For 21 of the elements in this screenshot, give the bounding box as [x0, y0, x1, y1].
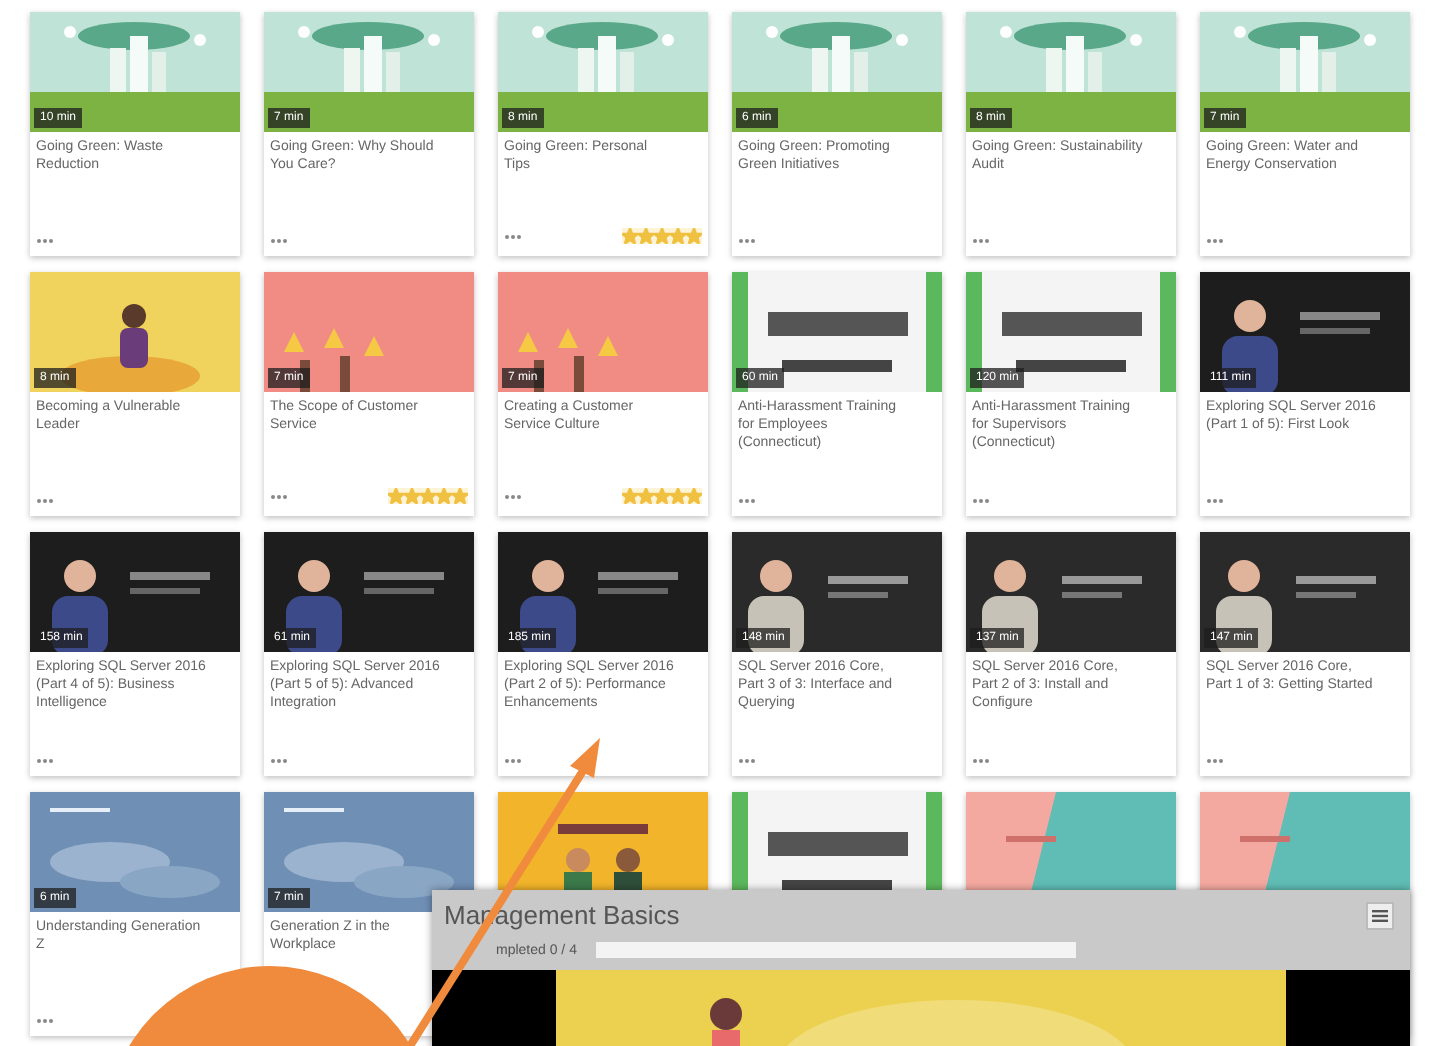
- more-icon[interactable]: [504, 758, 522, 764]
- more-icon[interactable]: [1206, 758, 1224, 764]
- more-icon[interactable]: [270, 758, 288, 764]
- more-icon[interactable]: [36, 238, 54, 244]
- more-icon[interactable]: [36, 1018, 54, 1024]
- more-icon[interactable]: [36, 758, 54, 764]
- menu-button[interactable]: [1366, 902, 1394, 930]
- more-icon[interactable]: [504, 233, 522, 239]
- more-icon[interactable]: [36, 498, 54, 504]
- more-icon[interactable]: [1206, 238, 1224, 244]
- more-icon[interactable]: [972, 758, 990, 764]
- more-icon[interactable]: [972, 498, 990, 504]
- more-icon[interactable]: [738, 758, 756, 764]
- menu-icon: [1372, 910, 1388, 922]
- more-icon[interactable]: [270, 238, 288, 244]
- more-icon[interactable]: [1206, 498, 1224, 504]
- more-icon[interactable]: [270, 493, 288, 499]
- more-icon[interactable]: [504, 493, 522, 499]
- more-icon[interactable]: [738, 238, 756, 244]
- more-icon[interactable]: [738, 498, 756, 504]
- more-icon[interactable]: [972, 238, 990, 244]
